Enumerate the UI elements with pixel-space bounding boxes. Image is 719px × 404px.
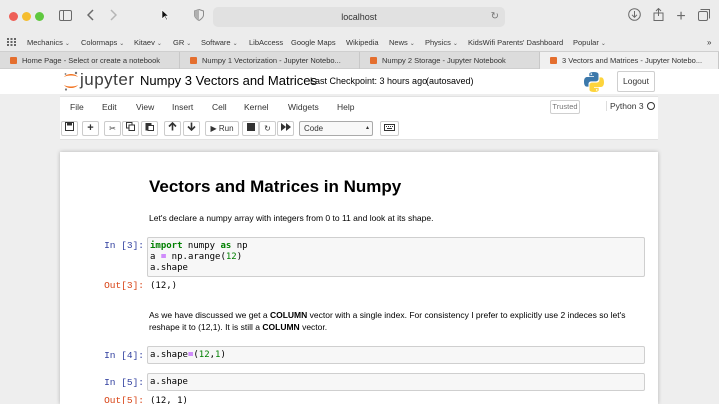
tab-numpy-1[interactable]: Numpy 1 Vectorization - Jupyter Notebo..… [180, 52, 360, 69]
forward-icon[interactable] [107, 8, 119, 25]
checkpoint-status: Last Checkpoint: 3 hours ago [310, 76, 428, 86]
more-bookmarks-icon[interactable]: » [707, 38, 711, 47]
menu-view[interactable]: View [136, 102, 154, 112]
back-icon[interactable] [85, 8, 97, 25]
bookmark-news[interactable]: News ⌄ [389, 38, 415, 47]
select-arrows-icon: ▴ [365, 125, 369, 131]
bookmarks-bar: Mechanics ⌄ Colormaps ⌄ Kitaev ⌄ GR ⌄ Softwa… [0, 34, 719, 51]
markdown-paragraph: As we have discussed we get a COLUMN vec… [149, 310, 626, 332]
notebook-container: Vectors and Matrices in Numpy Let's decl… [60, 152, 658, 404]
output-text: (12, 1) [150, 396, 188, 404]
url-text: localhost [341, 12, 377, 22]
bookmark-libaccess[interactable]: LibAccess [249, 38, 283, 47]
trusted-indicator[interactable]: Trusted [550, 100, 580, 114]
menu-kernel[interactable]: Kernel [244, 102, 269, 112]
chevron-down-icon: ⌄ [600, 41, 606, 47]
bookmark-kidswifi[interactable]: KidsWifi Parents' Dashboard [468, 38, 563, 47]
bookmark-google-maps[interactable]: Google Maps [291, 38, 336, 47]
reload-icon[interactable]: ↻ [491, 7, 499, 27]
input-prompt: In [5]: [104, 377, 144, 388]
bookmark-gr[interactable]: GR ⌄ [173, 38, 191, 47]
kernel-name[interactable]: Python 3 [606, 101, 644, 111]
save-button[interactable] [61, 121, 78, 136]
bookmark-popular[interactable]: Popular ⌄ [573, 38, 606, 47]
new-tab-icon[interactable]: + [675, 8, 687, 25]
minimize-window-button[interactable] [22, 12, 31, 21]
chevron-down-icon: ⌄ [186, 41, 192, 47]
tab-numpy-2[interactable]: Numpy 2 Storage - Jupyter Notebook [360, 52, 540, 69]
input-prompt: In [4]: [104, 350, 144, 361]
bookmark-mechanics[interactable]: Mechanics ⌄ [27, 38, 70, 47]
restart-run-all-button[interactable] [277, 121, 294, 136]
chevron-down-icon: ⌄ [409, 41, 415, 47]
chevron-down-icon: ⌄ [156, 41, 162, 47]
download-icon[interactable] [627, 8, 641, 25]
command-palette-button[interactable] [380, 121, 399, 136]
autosave-status: (autosaved) [426, 76, 474, 86]
jupyter-tab-icon [10, 57, 17, 64]
move-down-button[interactable] [183, 121, 200, 136]
chevron-down-icon: ⌄ [64, 41, 70, 47]
jupyter-tab-icon [550, 57, 557, 64]
code-cell-5[interactable]: a.shape [147, 373, 645, 391]
jupyter-tab-icon [370, 57, 377, 64]
chevron-down-icon: ⌄ [119, 41, 125, 47]
logout-button[interactable]: Logout [617, 71, 655, 92]
code-cell-3[interactable]: import numpy as np a = np.arange(12) a.s… [147, 237, 645, 277]
cell-type-select[interactable]: Code ▴ [299, 121, 373, 136]
bookmarks-grid-icon[interactable] [7, 38, 16, 48]
tab-home-page[interactable]: Home Page - Select or create a notebook [0, 52, 180, 69]
menu-insert[interactable]: Insert [172, 102, 193, 112]
markdown-heading: Vectors and Matrices in Numpy [149, 177, 402, 196]
jupyter-tab-icon [190, 57, 197, 64]
play-icon: ▶ [210, 124, 217, 133]
menu-edit[interactable]: Edit [102, 102, 117, 112]
address-bar[interactable]: localhost ↻ [213, 7, 505, 27]
input-prompt: In [3]: [104, 240, 144, 251]
output-prompt: Out[5]: [104, 395, 144, 404]
bookmark-colormaps[interactable]: Colormaps ⌄ [81, 38, 124, 47]
output-prompt: Out[3]: [104, 280, 144, 291]
code-cell-4[interactable]: a.shape=(12,1) [147, 346, 645, 364]
share-icon[interactable] [651, 7, 665, 25]
jupyter-logo-text[interactable]: jupyter [80, 70, 135, 90]
move-up-button[interactable] [164, 121, 181, 136]
insert-cell-button[interactable]: + [82, 121, 99, 136]
bookmark-wikipedia[interactable]: Wikipedia [346, 38, 379, 47]
paste-button[interactable] [141, 121, 158, 136]
maximize-window-button[interactable] [35, 12, 44, 21]
output-text: (12,) [150, 281, 178, 291]
menu-widgets[interactable]: Widgets [288, 102, 319, 112]
notebook-toolbar: + ✂ ▶ Run ↻ Code ▴ [60, 118, 658, 140]
chevron-down-icon: ⌄ [232, 41, 238, 47]
cut-button[interactable]: ✂ [104, 121, 121, 136]
interrupt-kernel-button[interactable] [242, 121, 259, 136]
menu-cell[interactable]: Cell [212, 102, 227, 112]
browser-toolbar: localhost ↻ + [0, 0, 719, 34]
python-logo-icon [583, 71, 605, 93]
tab-bar: Home Page - Select or create a notebook … [0, 51, 719, 69]
jupyter-logo-icon[interactable] [63, 71, 79, 91]
restart-kernel-button[interactable]: ↻ [259, 121, 276, 136]
menu-file[interactable]: File [70, 102, 84, 112]
bookmark-software[interactable]: Software ⌄ [201, 38, 238, 47]
markdown-intro: Let's declare a numpy array with integer… [149, 213, 434, 223]
close-window-button[interactable] [9, 12, 18, 21]
jupyter-header: jupyter Numpy 3 Vectors and Matrices Las… [0, 69, 719, 94]
tab-numpy-3[interactable]: 3 Vectors and Matrices - Jupyter Notebo.… [540, 52, 719, 69]
tab-overview-icon[interactable] [697, 8, 711, 25]
mouse-cursor-icon [160, 8, 170, 25]
bookmark-kitaev[interactable]: Kitaev ⌄ [134, 38, 162, 47]
chevron-down-icon: ⌄ [452, 41, 458, 47]
bookmark-physics[interactable]: Physics ⌄ [425, 38, 458, 47]
run-button[interactable]: ▶ Run [205, 121, 239, 136]
privacy-shield-icon[interactable] [193, 8, 205, 25]
copy-button[interactable] [122, 121, 139, 136]
sidebar-icon[interactable] [58, 8, 72, 25]
menu-help[interactable]: Help [337, 102, 354, 112]
notebook-title[interactable]: Numpy 3 Vectors and Matrices [140, 73, 317, 88]
kernel-idle-indicator-icon [647, 102, 655, 110]
